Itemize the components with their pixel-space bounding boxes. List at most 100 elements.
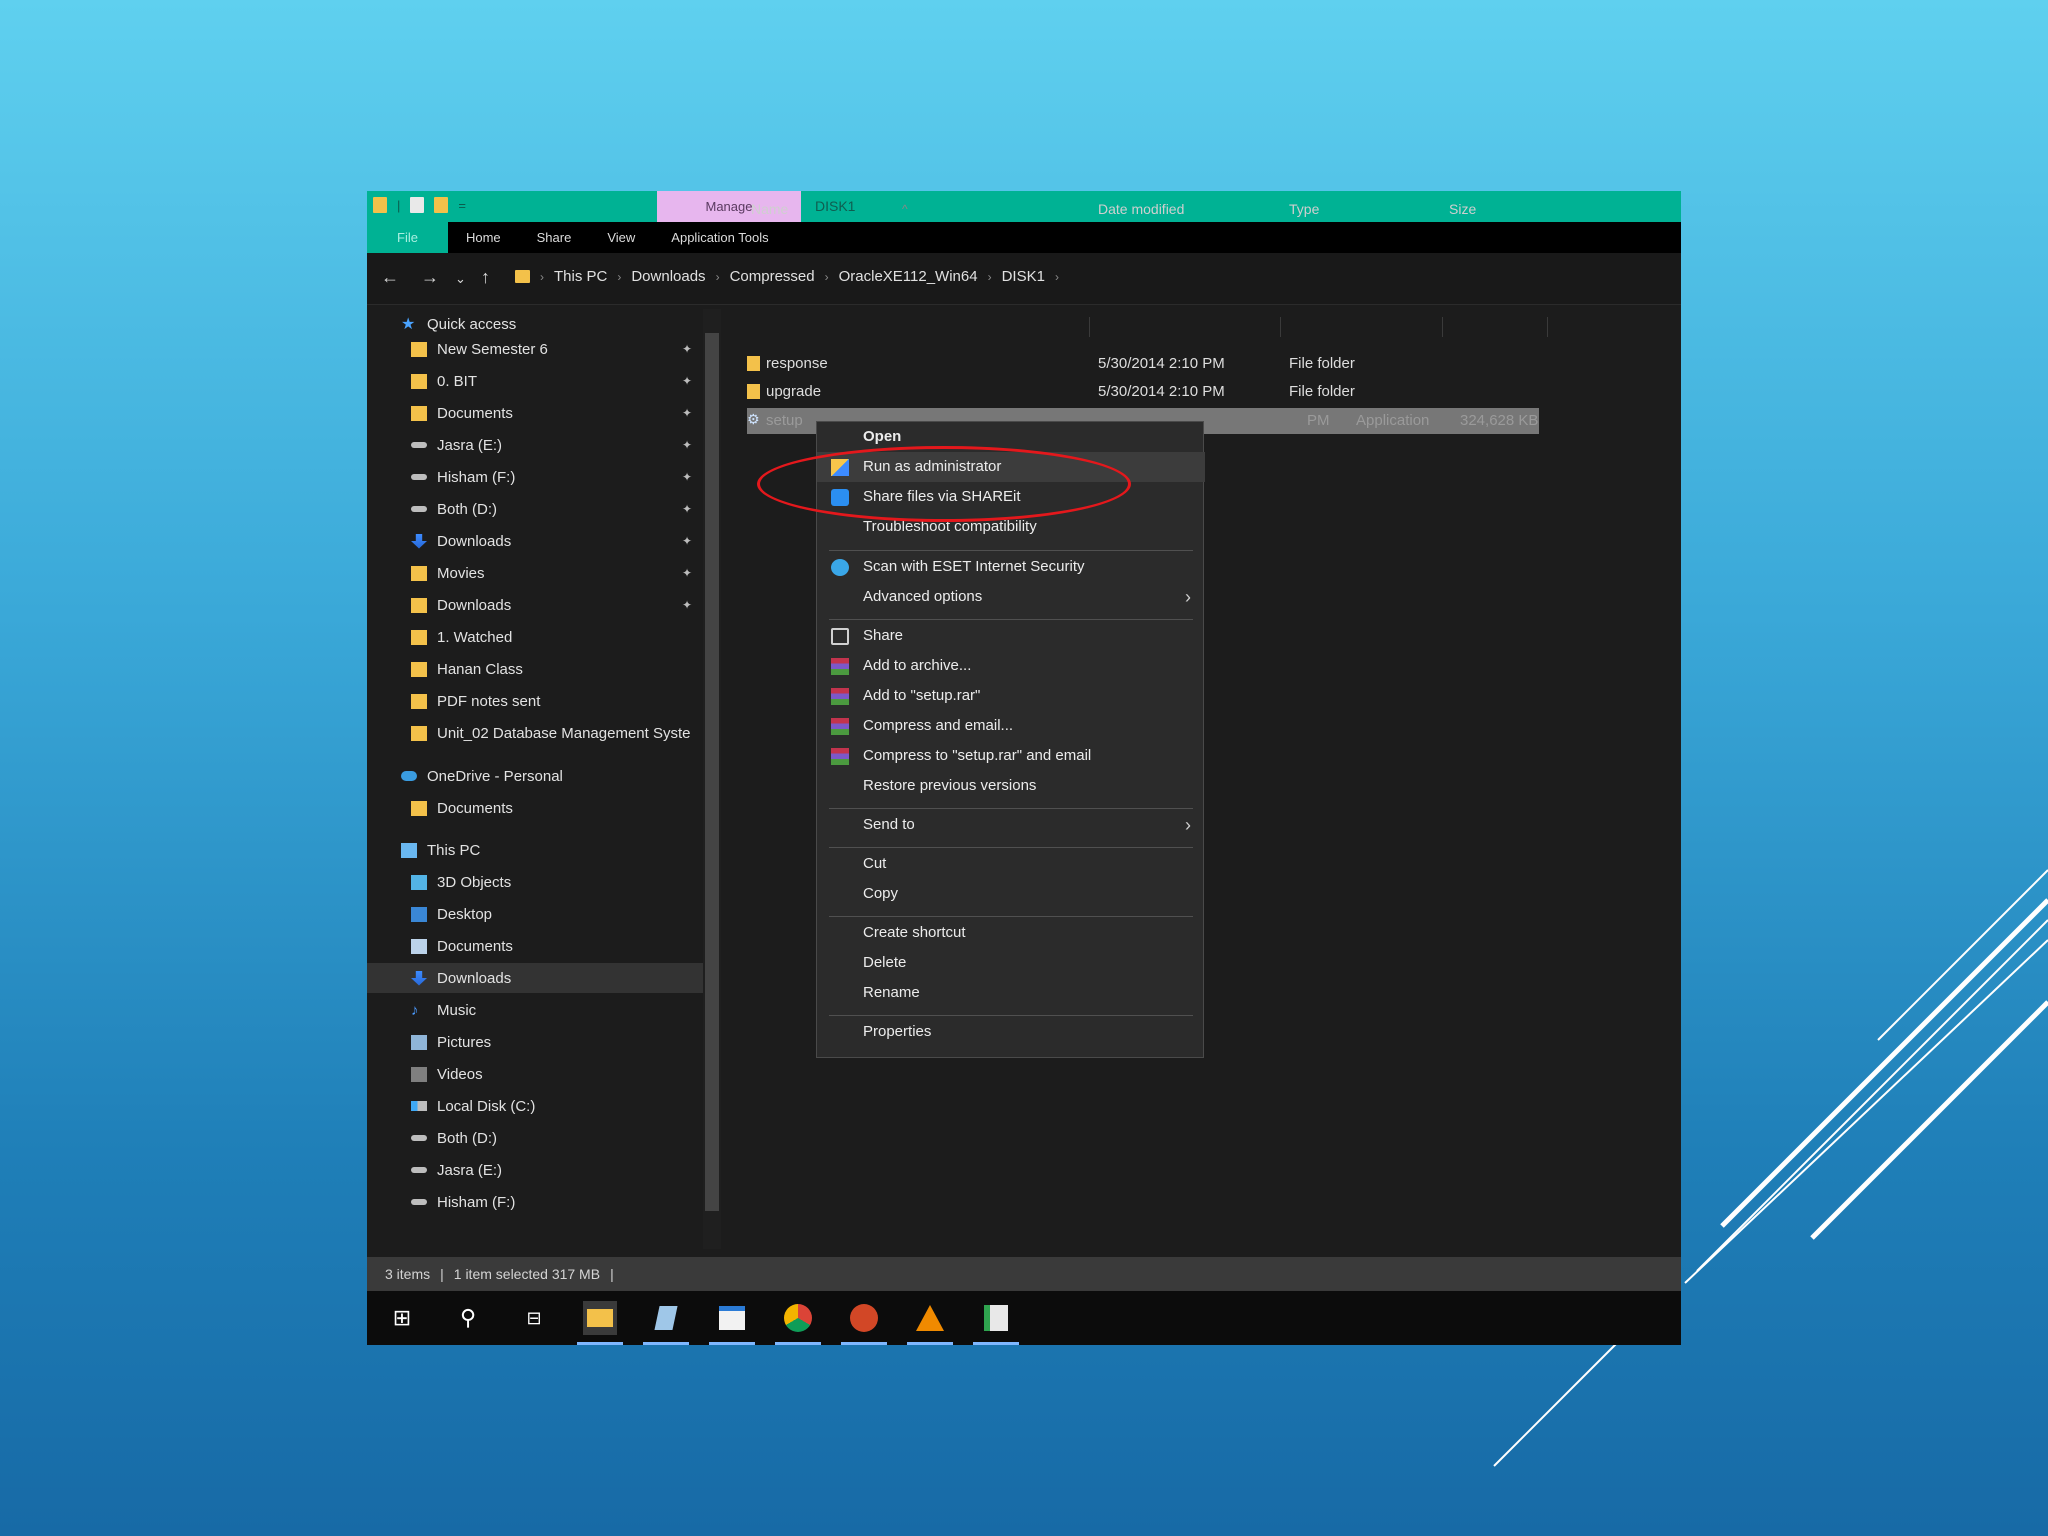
back-arrow-icon[interactable]: ← xyxy=(381,267,399,288)
menu-item-cut[interactable]: Cut xyxy=(817,849,1205,879)
pin-icon[interactable]: ✦ xyxy=(682,534,692,548)
menu-item-add-to-setup-rar[interactable]: Add to "setup.rar" xyxy=(817,681,1205,711)
nav-label: Music xyxy=(437,1001,477,1019)
menu-item-rename[interactable]: Rename xyxy=(817,978,1205,1008)
chrome-taskbar-icon[interactable] xyxy=(775,1301,821,1345)
menu-item-compress-rar-email[interactable]: Compress to "setup.rar" and email xyxy=(817,741,1205,771)
nav-item-new-semester[interactable]: New Semester 6 ✦ xyxy=(367,334,703,364)
column-divider[interactable] xyxy=(1280,317,1281,337)
column-header-type[interactable]: Type xyxy=(1289,191,1319,227)
nav-item-videos[interactable]: Videos xyxy=(367,1059,703,1089)
menu-item-advanced-options[interactable]: Advanced options › xyxy=(817,582,1205,612)
nav-item-pdf-notes[interactable]: PDF notes sent xyxy=(367,686,703,716)
breadcrumb-downloads[interactable]: Downloads xyxy=(631,268,705,285)
nav-item-bit[interactable]: 0. BIT ✦ xyxy=(367,366,703,396)
new-folder-icon[interactable] xyxy=(434,197,449,213)
menu-item-create-shortcut[interactable]: Create shortcut xyxy=(817,918,1205,948)
nav-item-desktop[interactable]: Desktop xyxy=(367,899,703,929)
breadcrumb-this-pc[interactable]: This PC xyxy=(554,268,607,285)
nav-item-jasra[interactable]: Jasra (E:) ✦ xyxy=(367,430,703,460)
nav-item-downloads-folder[interactable]: Downloads ✦ xyxy=(367,590,703,620)
customize-icon[interactable]: = xyxy=(458,198,466,213)
spreadsheet-taskbar-icon[interactable] xyxy=(973,1301,1019,1345)
tab-home[interactable]: Home xyxy=(448,222,519,253)
folder-icon[interactable] xyxy=(373,197,387,213)
nav-item-hisham[interactable]: Hisham (F:) ✦ xyxy=(367,462,703,492)
nav-item-pc-hisham[interactable]: Hisham (F:) xyxy=(367,1187,703,1217)
chevron-right-icon[interactable]: › xyxy=(617,270,621,284)
pin-icon[interactable]: ✦ xyxy=(682,374,692,388)
pin-icon[interactable]: ✦ xyxy=(682,406,692,420)
task-view-icon[interactable]: ⊟ xyxy=(517,1301,551,1335)
menu-item-copy[interactable]: Copy xyxy=(817,879,1205,909)
column-divider[interactable] xyxy=(1442,317,1443,337)
nav-item-pc-jasra[interactable]: Jasra (E:) xyxy=(367,1155,703,1185)
breadcrumb-compressed[interactable]: Compressed xyxy=(730,268,815,285)
column-header-date[interactable]: Date modified xyxy=(1098,191,1184,227)
breadcrumb-disk1[interactable]: DISK1 xyxy=(1002,268,1045,285)
nav-item-onedrive-documents[interactable]: Documents xyxy=(367,793,703,823)
search-icon[interactable]: ⚲ xyxy=(451,1301,485,1335)
nav-item-pictures[interactable]: Pictures xyxy=(367,1027,703,1057)
nav-item-pc-both[interactable]: Both (D:) xyxy=(367,1123,703,1153)
sidebar-scrollbar-thumb[interactable] xyxy=(705,333,719,1211)
column-header-name[interactable]: Name xyxy=(751,191,788,227)
menu-item-restore-previous[interactable]: Restore previous versions xyxy=(817,771,1205,801)
nav-onedrive[interactable]: OneDrive - Personal xyxy=(367,761,703,791)
pin-icon[interactable]: ✦ xyxy=(682,438,692,452)
menu-item-compress-email[interactable]: Compress and email... xyxy=(817,711,1205,741)
menu-item-send-to[interactable]: Send to › xyxy=(817,810,1205,840)
column-divider[interactable] xyxy=(1089,317,1090,337)
properties-icon[interactable] xyxy=(410,197,425,213)
file-row-response[interactable]: response 5/30/2014 2:10 PM File folder xyxy=(739,351,1539,377)
recent-locations-chevron-icon[interactable]: ⌄ xyxy=(455,271,466,287)
nav-item-3d-objects[interactable]: 3D Objects xyxy=(367,867,703,897)
pin-icon[interactable]: ✦ xyxy=(682,502,692,516)
nav-item-pc-downloads[interactable]: Downloads xyxy=(367,963,703,993)
nav-item-both[interactable]: Both (D:) ✦ xyxy=(367,494,703,524)
nav-item-local-disk[interactable]: Local Disk (C:) xyxy=(367,1091,703,1121)
pin-icon[interactable]: ✦ xyxy=(682,598,692,612)
breadcrumb-oraclexe[interactable]: OracleXE112_Win64 xyxy=(839,268,978,285)
store-taskbar-icon[interactable] xyxy=(709,1301,755,1345)
chevron-right-icon[interactable]: › xyxy=(540,270,544,284)
nav-item-documents[interactable]: Documents ✦ xyxy=(367,398,703,428)
file-row-upgrade[interactable]: upgrade 5/30/2014 2:10 PM File folder xyxy=(739,379,1539,405)
download-icon xyxy=(411,970,427,986)
powerpoint-taskbar-icon[interactable] xyxy=(841,1301,887,1345)
nav-item-downloads[interactable]: Downloads ✦ xyxy=(367,526,703,556)
up-arrow-icon[interactable]: ↑ xyxy=(481,267,490,288)
chevron-right-icon[interactable]: › xyxy=(825,270,829,284)
nav-item-unit02[interactable]: Unit_02 Database Management Syste xyxy=(367,718,703,748)
tab-file[interactable]: File xyxy=(367,222,448,253)
pin-icon[interactable]: ✦ xyxy=(682,342,692,356)
column-header-size[interactable]: Size xyxy=(1449,191,1476,227)
menu-item-open[interactable]: Open xyxy=(817,422,1205,452)
chevron-right-icon[interactable]: › xyxy=(988,270,992,284)
pin-icon[interactable]: ✦ xyxy=(682,470,692,484)
menu-item-share[interactable]: Share xyxy=(817,621,1205,651)
menu-item-properties[interactable]: Properties xyxy=(817,1017,1205,1047)
star-icon: ★ xyxy=(401,315,416,333)
nav-this-pc[interactable]: This PC xyxy=(367,835,703,865)
nav-item-music[interactable]: ♪ Music xyxy=(367,995,703,1025)
nav-item-pc-documents[interactable]: Documents xyxy=(367,931,703,961)
tab-share[interactable]: Share xyxy=(519,222,590,253)
pin-icon[interactable]: ✦ xyxy=(682,566,692,580)
chevron-right-icon[interactable]: › xyxy=(716,270,720,284)
file-explorer-taskbar-icon[interactable] xyxy=(577,1301,623,1345)
menu-item-delete[interactable]: Delete xyxy=(817,948,1205,978)
windows-start-icon[interactable]: ⊞ xyxy=(385,1301,419,1335)
nav-item-watched[interactable]: 1. Watched xyxy=(367,622,703,652)
nav-item-hanan-class[interactable]: Hanan Class xyxy=(367,654,703,684)
menu-item-add-to-archive[interactable]: Add to archive... xyxy=(817,651,1205,681)
column-divider[interactable] xyxy=(1547,317,1548,337)
vlc-taskbar-icon[interactable] xyxy=(907,1301,953,1345)
notes-app-taskbar-icon[interactable] xyxy=(643,1301,689,1345)
nav-label: Desktop xyxy=(437,905,493,923)
forward-arrow-icon[interactable]: → xyxy=(421,267,439,288)
chevron-right-icon[interactable]: › xyxy=(1055,270,1059,284)
nav-item-movies[interactable]: Movies ✦ xyxy=(367,558,703,588)
menu-item-scan-eset[interactable]: Scan with ESET Internet Security xyxy=(817,552,1205,582)
tab-view[interactable]: View xyxy=(589,222,653,253)
